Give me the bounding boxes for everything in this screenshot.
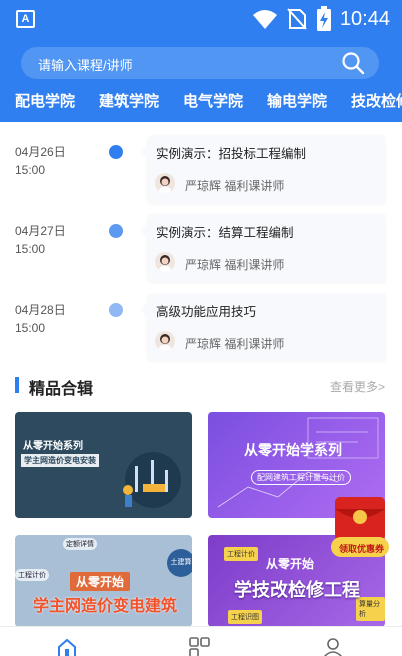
section-accent-bar xyxy=(15,377,19,393)
status-time: 10:44 xyxy=(339,7,390,30)
tab-transmission[interactable]: 输电学院 xyxy=(267,90,327,111)
course-subtitle: 学主网造价变电安装 xyxy=(21,454,99,467)
course-tag: 土建算 xyxy=(167,549,192,577)
see-more-link[interactable]: 查看更多> xyxy=(330,378,385,395)
timeline-dot xyxy=(109,303,123,317)
search-bar[interactable]: 请输入课程/讲师 xyxy=(21,47,379,79)
search-icon[interactable] xyxy=(341,51,365,75)
lesson-card[interactable]: 高级功能应用技巧 严琼辉 福利课讲师 xyxy=(140,293,385,361)
profile-icon[interactable] xyxy=(323,637,343,656)
status-bar: A 10:44 xyxy=(0,0,402,38)
category-grid-icon[interactable] xyxy=(189,637,211,656)
avatar xyxy=(155,252,175,272)
lesson-card[interactable]: 实例演示：招投标工程编制 严琼辉 福利课讲师 xyxy=(140,135,385,203)
lesson-card[interactable]: 实例演示：结算工程编制 严琼辉 福利课讲师 xyxy=(140,214,385,282)
schedule-date: 04月26日 15:00 xyxy=(15,145,66,177)
course-tag: 工程计价 xyxy=(224,547,258,561)
course-title-top: 从零开始 xyxy=(70,572,131,591)
status-icons: 10:44 xyxy=(252,6,390,32)
course-title: 从零开始学系列 xyxy=(244,442,342,458)
course-card[interactable]: 从零开始系列 学主网造价变电安装 xyxy=(15,412,192,518)
wifi-icon xyxy=(252,10,277,29)
battery-charging-icon xyxy=(316,6,331,31)
tab-maintenance[interactable]: 技改检修 xyxy=(351,90,402,111)
category-tabs: 配电学院 建筑学院 电气学院 输电学院 技改检修 xyxy=(0,90,402,114)
timeline-dot xyxy=(109,224,123,238)
tab-construction[interactable]: 建筑学院 xyxy=(99,90,159,111)
course-tag: 定额详情 xyxy=(63,538,97,550)
course-tag: 算量分析 xyxy=(356,597,385,621)
schedule-item[interactable]: 04月27日 15:00 实例演示：结算工程编制 严琼辉 福利课讲师 xyxy=(0,214,402,292)
lesson-title: 实例演示：结算工程编制 xyxy=(156,226,294,240)
engineering-illustration xyxy=(123,452,181,508)
lesson-title: 实例演示：招投标工程编制 xyxy=(156,147,307,161)
course-title: 学主网造价变电建筑 xyxy=(33,598,178,615)
app-notification-icon: A xyxy=(16,10,35,28)
schedule-date: 04月28日 15:00 xyxy=(15,303,66,335)
avatar xyxy=(155,331,175,351)
app-header: A 10:44 请输入课程/讲师 配电学院 建筑学院 电气学院 输电学院 技改检 xyxy=(0,0,402,122)
course-tag: 工程识图 xyxy=(228,610,262,624)
lecturer-name: 严琼辉 福利课讲师 xyxy=(185,337,285,351)
schedule-item[interactable]: 04月28日 15:00 高级功能应用技巧 严琼辉 福利课讲师 xyxy=(0,293,402,371)
avatar xyxy=(155,173,175,193)
section-title: 精品合辑 xyxy=(29,381,94,398)
coupon-label: 领取优惠券 xyxy=(339,544,385,554)
bottom-nav xyxy=(0,626,402,656)
schedule-date: 04月27日 15:00 xyxy=(15,224,66,256)
course-title: 学技改检修工程 xyxy=(234,580,360,600)
course-subtitle: 配网建筑工程计量与计价 xyxy=(251,470,351,485)
tab-distribution[interactable]: 配电学院 xyxy=(15,90,75,111)
lesson-title: 高级功能应用技巧 xyxy=(156,305,257,319)
timeline-dot xyxy=(109,145,123,159)
no-sim-icon xyxy=(287,8,307,30)
course-title-top: 从零开始 xyxy=(266,557,315,571)
coupon-red-packet[interactable]: 领取优惠券 xyxy=(331,495,389,561)
tab-electrical[interactable]: 电气学院 xyxy=(183,90,243,111)
schedule-item[interactable]: 04月26日 15:00 实例演示：招投标工程编制 严琼辉 福利课讲师 xyxy=(0,135,402,213)
course-card[interactable]: 定额详情 工程计价 土建算 从零开始 学主网造价变电建筑 xyxy=(15,535,192,627)
course-tag: 工程计价 xyxy=(15,569,49,581)
lecturer-name: 严琼辉 福利课讲师 xyxy=(185,258,285,272)
home-icon[interactable] xyxy=(57,637,77,656)
lecturer-name: 严琼辉 福利课讲师 xyxy=(185,179,285,193)
course-title: 从零开始系列 xyxy=(23,441,83,452)
search-input[interactable]: 请输入课程/讲师 xyxy=(38,55,133,74)
